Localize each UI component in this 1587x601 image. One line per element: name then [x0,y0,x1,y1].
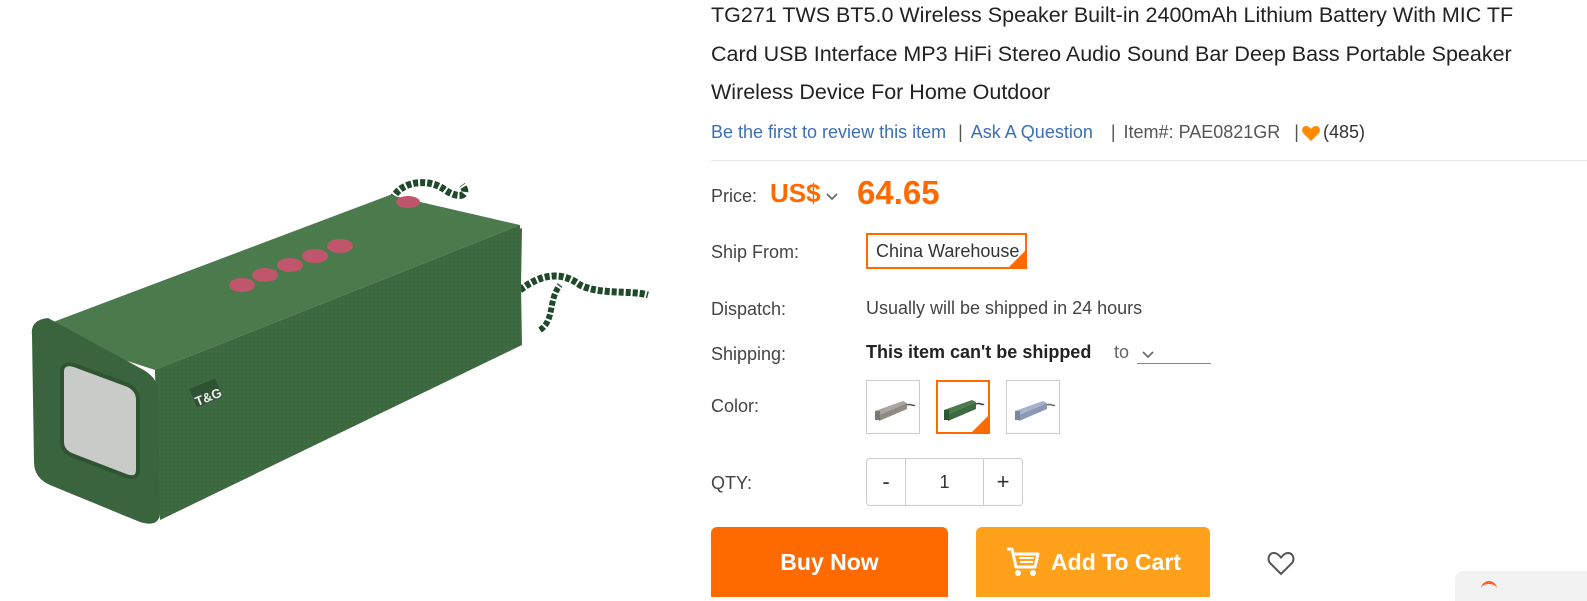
shipping-status: This item can't be shipped [866,342,1092,362]
favorite-heart-icon[interactable] [1301,123,1321,143]
shipping-label: Shipping: [711,344,787,364]
qty-input[interactable]: 1 [905,459,984,505]
ask-question-link[interactable]: Ask A Question [971,122,1093,143]
product-title: TG271 TWS BT5.0 Wireless Speaker Built-i… [711,0,1581,112]
separator: | [1294,122,1299,142]
qty-label: QTY: [711,473,753,493]
quantity-stepper: - 1 + [866,458,1023,506]
product-title-line-2: Card USB Interface MP3 HiFi Stereo Audio… [711,41,1512,66]
separator: | [1110,122,1116,142]
ship-to-country-select[interactable] [1137,341,1211,364]
floating-widget[interactable] [1455,571,1587,601]
add-to-cart-label: Add To Cart [1051,549,1181,575]
color-swatch-blue[interactable] [1006,380,1060,434]
currency-label: US$ [770,178,821,208]
color-swatch-green[interactable] [936,380,990,434]
add-to-cart-button[interactable]: Add To Cart [976,527,1210,597]
buy-now-label: Buy Now [780,549,879,575]
product-meta-row: Be the first to review this item | Ask A… [711,122,1365,143]
product-title-line-1: TG271 TWS BT5.0 Wireless Speaker Built-i… [711,3,1514,27]
item-number: Item#: PAE0821GR [1123,122,1281,142]
color-swatch-gray[interactable] [866,380,920,434]
qty-decrease-button[interactable]: - [867,459,905,505]
divider [711,160,1587,161]
product-image[interactable]: T&G [0,0,690,591]
separator: | [958,122,963,142]
currency-selector[interactable]: US$ [770,178,839,209]
ship-from-option[interactable]: China Warehouse [866,233,1027,269]
widget-icon [1481,581,1497,592]
cart-icon [1005,545,1041,585]
selected-check-icon [972,416,988,432]
wishlist-heart-icon[interactable] [1267,550,1295,576]
price-label: Price: [711,186,758,206]
qty-increase-button[interactable]: + [984,459,1022,505]
price-value: 64.65 [857,174,940,211]
dispatch-value: Usually will be shipped in 24 hours [866,298,1143,318]
product-title-line-3: Wireless Device For Home Outdoor [711,80,1051,104]
color-label: Color: [711,396,760,416]
ship-from-label: Ship From: [711,242,800,262]
shipping-to-label: to [1114,342,1130,362]
review-link[interactable]: Be the first to review this item [711,122,946,143]
buy-now-button[interactable]: Buy Now [711,527,948,597]
dispatch-label: Dispatch: [711,299,787,319]
chevron-down-icon [825,178,839,209]
favorites-count: (485) [1322,122,1366,142]
chevron-down-icon [1141,347,1155,365]
selected-check-icon [1009,251,1025,267]
ship-from-option-label: China Warehouse [876,240,1020,261]
